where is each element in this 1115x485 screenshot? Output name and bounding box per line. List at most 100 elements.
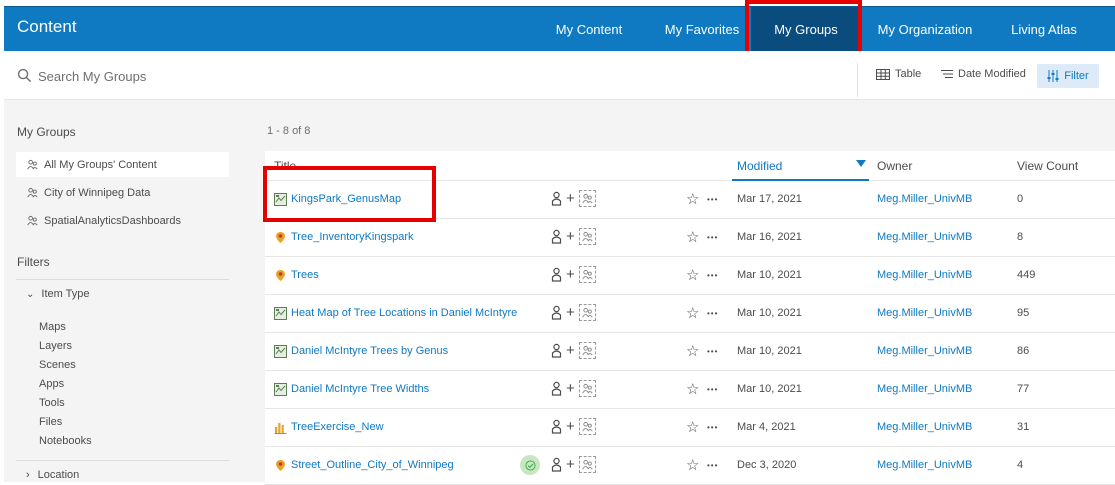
owner-link[interactable]: Meg.Miller_UnivMB <box>877 307 972 319</box>
modified-date: Dec 3, 2020 <box>737 459 797 471</box>
add-share-icon[interactable]: + <box>566 343 575 358</box>
my-groups-heading: My Groups <box>17 125 76 139</box>
add-share-icon[interactable]: + <box>566 267 575 282</box>
group-share-icon <box>582 383 593 394</box>
column-owner[interactable]: Owner <box>877 159 912 173</box>
table-view-button[interactable]: Table <box>876 68 921 80</box>
table-row[interactable]: Tree_InventoryKingspark + ☆ ••• Mar 16, 2021… <box>265 219 1115 257</box>
more-options-icon[interactable]: ••• <box>707 347 718 356</box>
item-type-layers[interactable]: Layers <box>39 340 72 352</box>
item-title-link[interactable]: Daniel McIntyre Tree Widths <box>291 383 429 395</box>
table-row[interactable]: Trees + ☆ ••• Mar 10, 2021 Meg.Miller_UnivMB 4… <box>265 257 1115 295</box>
view-count: 8 <box>1017 231 1024 243</box>
item-type-toggle[interactable]: ⌄ Item Type <box>26 288 90 300</box>
sharing-controls: + <box>551 418 596 435</box>
more-options-icon[interactable]: ••• <box>707 423 718 432</box>
group-item-dashboards[interactable]: SpatialAnalyticsDashboards <box>16 208 229 233</box>
toolbar-divider <box>857 63 858 97</box>
favorite-star-icon[interactable]: ☆ <box>686 306 699 321</box>
highlight-box-first-item <box>263 166 436 222</box>
sharing-controls: + <box>551 266 596 283</box>
filter-button[interactable]: Filter <box>1037 64 1099 88</box>
favorite-star-icon[interactable]: ☆ <box>686 420 699 435</box>
group-item-winnipeg[interactable]: City of Winnipeg Data <box>16 180 229 205</box>
private-share-icon <box>551 305 562 320</box>
table-row[interactable]: Daniel McIntyre Tree Widths + ☆ ••• Mar 10, … <box>265 371 1115 409</box>
share-to-group-button[interactable] <box>578 342 596 359</box>
share-to-group-button[interactable] <box>578 456 596 473</box>
more-options-icon[interactable]: ••• <box>707 385 718 394</box>
owner-link[interactable]: Meg.Miller_UnivMB <box>877 421 972 433</box>
item-title-link[interactable]: Daniel McIntyre Trees by Genus <box>291 345 448 357</box>
nav-my-favorites[interactable]: My Favorites <box>657 7 747 51</box>
share-to-group-button[interactable] <box>578 304 596 321</box>
share-to-group-button[interactable] <box>578 190 596 207</box>
view-count: 77 <box>1017 383 1030 395</box>
nav-my-content[interactable]: My Content <box>546 7 632 51</box>
favorite-star-icon[interactable]: ☆ <box>686 192 699 207</box>
item-type-tools[interactable]: Tools <box>39 397 65 409</box>
location-toggle[interactable]: › Location <box>26 469 79 481</box>
sharing-controls: + <box>551 228 596 245</box>
item-title-link[interactable]: TreeExercise_New <box>291 421 384 433</box>
group-share-icon <box>582 345 593 356</box>
group-item-all[interactable]: All My Groups' Content <box>16 152 229 177</box>
owner-link[interactable]: Meg.Miller_UnivMB <box>877 269 972 281</box>
owner-link[interactable]: Meg.Miller_UnivMB <box>877 459 972 471</box>
favorite-star-icon[interactable]: ☆ <box>686 230 699 245</box>
add-share-icon[interactable]: + <box>566 457 575 472</box>
more-options-icon[interactable]: ••• <box>707 271 718 280</box>
favorite-star-icon[interactable]: ☆ <box>686 344 699 359</box>
owner-link[interactable]: Meg.Miller_UnivMB <box>877 383 972 395</box>
add-share-icon[interactable]: + <box>566 381 575 396</box>
group-icon <box>27 159 38 170</box>
favorite-star-icon[interactable]: ☆ <box>686 382 699 397</box>
item-type-maps[interactable]: Maps <box>39 321 66 333</box>
item-type-apps[interactable]: Apps <box>39 378 64 390</box>
more-options-icon[interactable]: ••• <box>707 461 718 470</box>
table-row[interactable]: Daniel McIntyre Trees by Genus + ☆ ••• Mar 1… <box>265 333 1115 371</box>
add-share-icon[interactable]: + <box>566 191 575 206</box>
favorite-star-icon[interactable]: ☆ <box>686 268 699 283</box>
table-row[interactable]: Street_Outline_City_of_Winnipeg + ☆ ••• Dec … <box>265 447 1115 485</box>
item-type-notebooks[interactable]: Notebooks <box>39 435 92 447</box>
share-to-group-button[interactable] <box>578 418 596 435</box>
sort-descending-icon[interactable] <box>856 160 866 167</box>
owner-link[interactable]: Meg.Miller_UnivMB <box>877 345 972 357</box>
item-title-link[interactable]: Street_Outline_City_of_Winnipeg <box>291 459 454 471</box>
column-modified[interactable]: Modified <box>737 159 782 173</box>
table-row[interactable]: Heat Map of Tree Locations in Daniel McI… <box>265 295 1115 333</box>
sharing-controls: + <box>551 380 596 397</box>
nav-my-organization[interactable]: My Organization <box>870 7 980 51</box>
add-share-icon[interactable]: + <box>566 305 575 320</box>
owner-link[interactable]: Meg.Miller_UnivMB <box>877 231 972 243</box>
private-share-icon <box>551 191 562 206</box>
table-row[interactable]: TreeExercise_New + ☆ ••• Mar 4, 2021 Meg.Mill… <box>265 409 1115 447</box>
group-share-icon <box>582 421 593 432</box>
modified-date: Mar 4, 2021 <box>737 421 796 433</box>
item-type-files[interactable]: Files <box>39 416 62 428</box>
owner-link[interactable]: Meg.Miller_UnivMB <box>877 193 972 205</box>
sort-button[interactable]: Date Modified <box>941 68 1026 80</box>
item-type-scenes[interactable]: Scenes <box>39 359 76 371</box>
nav-living-atlas[interactable]: Living Atlas <box>1001 7 1087 51</box>
dashboard-icon <box>274 423 287 434</box>
sharing-controls: + <box>551 456 596 473</box>
share-to-group-button[interactable] <box>578 380 596 397</box>
item-title-link[interactable]: Heat Map of Tree Locations in Daniel McI… <box>291 307 517 319</box>
item-title-link[interactable]: Trees <box>291 269 319 281</box>
favorite-star-icon[interactable]: ☆ <box>686 458 699 473</box>
table-icon <box>876 68 890 80</box>
share-to-group-button[interactable] <box>578 266 596 283</box>
column-view-count[interactable]: View Count <box>1017 159 1078 173</box>
add-share-icon[interactable]: + <box>566 419 575 434</box>
share-to-group-button[interactable] <box>578 228 596 245</box>
add-share-icon[interactable]: + <box>566 229 575 244</box>
sidebar: My Groups All My Groups' Content City of… <box>4 100 242 482</box>
more-options-icon[interactable]: ••• <box>707 195 718 204</box>
item-title-link[interactable]: Tree_InventoryKingspark <box>291 231 414 243</box>
more-options-icon[interactable]: ••• <box>707 233 718 242</box>
more-options-icon[interactable]: ••• <box>707 309 718 318</box>
search-input[interactable] <box>38 66 638 86</box>
highlight-box-my-groups <box>745 0 862 58</box>
